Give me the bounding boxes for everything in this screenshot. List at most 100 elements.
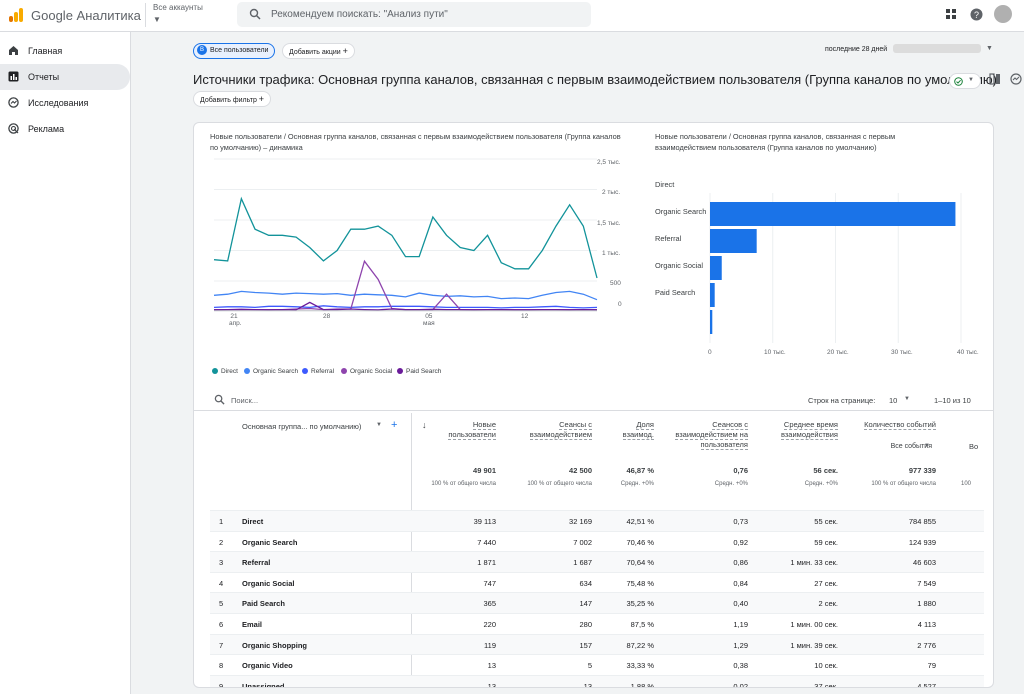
metric-cell: 13: [583, 681, 592, 688]
line-chart[interactable]: [210, 157, 625, 337]
search-box[interactable]: Рекомендуем поискать: "Анализ пути": [237, 2, 591, 27]
metric-cell: 747: [483, 578, 496, 588]
caret-down-icon[interactable]: ▼: [904, 396, 910, 402]
metric-cell: 33,33 %: [626, 661, 654, 671]
event-filter-select[interactable]: Все события: [854, 442, 932, 452]
app-name: Google Аналитика: [31, 8, 141, 23]
sidebar-item-explore[interactable]: Исследования: [0, 90, 130, 116]
metric-cell: 75,48 %: [626, 578, 654, 588]
column-header-cut[interactable]: Во: [969, 442, 978, 452]
table-row[interactable]: 2 Organic Search 7 440 7 002 70,46 % 0,92 59 с…: [210, 530, 984, 552]
series-line-direct: [213, 196, 598, 279]
sidebar-item-reports[interactable]: Отчеты: [0, 64, 130, 90]
column-header[interactable]: Сеансов с взаимодействием на пользовател…: [668, 420, 748, 450]
table-row[interactable]: 6 Email 220 280 87,5 % 1,19 1 мин. 00 сек. 4 11…: [210, 613, 984, 634]
caret-down-icon[interactable]: ▼: [376, 422, 382, 428]
apps-grid-icon[interactable]: [945, 8, 957, 20]
channel-name[interactable]: Email: [242, 620, 262, 629]
channel-name[interactable]: Organic Social: [242, 579, 295, 588]
metric-cell: 55 сек.: [814, 517, 838, 526]
total-sub: Средн. +0%: [714, 481, 748, 487]
metric-cell: 32 169: [569, 517, 592, 526]
metric-cell: 0,84: [733, 578, 748, 588]
caret-down-icon: ▼: [968, 77, 974, 83]
table-row[interactable]: 4 Organic Social 747 634 75,48 % 0,84 27 сек. 7…: [210, 571, 984, 593]
dimension-header[interactable]: Основная группа... по умолчанию): [242, 422, 361, 431]
legend-item[interactable]: Organic Social: [341, 368, 392, 375]
rows-per-page-select[interactable]: 10: [889, 396, 897, 405]
data-quality-button[interactable]: ▼: [949, 73, 981, 89]
total-sub: 100 % от общего числа: [431, 481, 496, 487]
table-row[interactable]: 1 Direct 39 113 32 169 42,51 % 0,73 55 сек. 784…: [210, 510, 984, 531]
table-row[interactable]: 9 Unassigned 13 13 1,88 % 0,02 37 сек. 4 527: [210, 674, 984, 688]
add-comparison-label: Добавить акции: [289, 49, 341, 56]
compare-icon[interactable]: [989, 73, 1001, 85]
pagination: 1–10 из 10: [934, 396, 971, 405]
metric-cell: 4 527: [917, 681, 936, 688]
channel-name[interactable]: Paid Search: [242, 599, 285, 608]
column-header[interactable]: Сеансы с взаимодействием: [510, 420, 592, 440]
metric-cell: 1,29: [733, 640, 748, 650]
column-header[interactable]: Новые пользователи: [434, 420, 496, 440]
table-row[interactable]: 3 Referral 1 871 1 687 70,64 % 0,86 1 мин. 33 …: [210, 551, 984, 572]
add-filter-button[interactable]: Добавить фильтр +: [193, 91, 272, 107]
add-filter-label: Добавить фильтр: [200, 97, 257, 104]
search-icon: [249, 8, 261, 20]
metric-cell: 59 сек.: [814, 537, 838, 547]
channel-name[interactable]: Direct: [242, 517, 263, 526]
metric-cell: 7 440: [477, 537, 496, 547]
column-header[interactable]: Количество событий: [854, 420, 936, 430]
row-index: 7: [219, 640, 224, 650]
help-icon[interactable]: ?: [970, 8, 983, 21]
bar-chart[interactable]: [709, 193, 979, 343]
column-header[interactable]: Среднее время взаимодействия: [760, 420, 838, 440]
table-row[interactable]: 5 Paid Search 365 147 35,25 % 0,40 2 сек. 1 880: [210, 592, 984, 613]
sort-arrow-icon[interactable]: ↓: [422, 420, 427, 430]
bar-paid-search: [710, 310, 713, 334]
metric-cell: 1 мин. 00 сек.: [790, 620, 838, 629]
y-tick: 2,5 тыс.: [597, 159, 621, 166]
legend-item[interactable]: Organic Search: [244, 368, 298, 375]
avatar[interactable]: [994, 5, 1012, 23]
page-title: Источники трафика: Основная группа канал…: [193, 72, 997, 87]
analytics-logo-icon: [9, 8, 23, 22]
row-index: 8: [219, 661, 224, 671]
series-line-referral: [213, 305, 598, 309]
metric-cell: 7 549: [917, 578, 936, 588]
date-caret-icon[interactable]: ▼: [986, 45, 993, 52]
x-tick: 0: [708, 349, 712, 356]
metric-cell: 2 сек.: [818, 599, 838, 609]
sidebar-item-home[interactable]: Главная: [0, 38, 130, 64]
channel-name[interactable]: Organic Shopping: [242, 641, 307, 650]
bar-organic-social: [710, 283, 715, 307]
x-tick: 12: [521, 313, 529, 320]
channel-name[interactable]: Referral: [242, 558, 270, 567]
sidebar-item-advertising[interactable]: Реклама: [0, 116, 130, 142]
channel-name[interactable]: Unassigned: [242, 682, 285, 687]
segment-chip[interactable]: В Все пользователи: [193, 43, 276, 59]
metric-cell: 634: [579, 578, 592, 588]
legend-item[interactable]: Referral: [302, 368, 334, 375]
account-picker[interactable]: Все аккаунты ▼: [145, 3, 203, 27]
reports-icon: [8, 71, 19, 82]
bar-label: Organic Search: [655, 207, 707, 216]
column-header[interactable]: Доля взаимод.: [604, 420, 654, 440]
legend-item[interactable]: Paid Search: [397, 368, 441, 375]
channel-name[interactable]: Organic Video: [242, 661, 293, 670]
sidebar-item-label: Исследования: [28, 98, 89, 108]
add-comparison-button[interactable]: Добавить акции +: [282, 43, 355, 59]
table-search-input[interactable]: Поиск...: [231, 396, 258, 405]
legend-item[interactable]: Direct: [212, 368, 238, 375]
caret-down-icon[interactable]: ▼: [924, 443, 930, 449]
insights-icon[interactable]: [1010, 73, 1022, 85]
table-row[interactable]: 8 Organic Video 13 5 33,33 % 0,38 10 сек. 79: [210, 654, 984, 675]
metric-cell: 1 мин. 33 сек.: [790, 558, 838, 568]
metric-cell: 46 603: [913, 558, 936, 568]
x-tick: 28: [323, 313, 331, 320]
add-dimension-icon[interactable]: +: [391, 419, 397, 431]
line-chart-title: Новые пользователи / Основная группа кан…: [210, 132, 621, 152]
channel-name[interactable]: Organic Search: [242, 538, 297, 547]
date-range[interactable]: последние 28 дней: [825, 46, 887, 53]
table-row[interactable]: 7 Organic Shopping 119 157 87,22 % 1,29 1 мин.…: [210, 633, 984, 655]
row-index: 4: [219, 578, 224, 588]
